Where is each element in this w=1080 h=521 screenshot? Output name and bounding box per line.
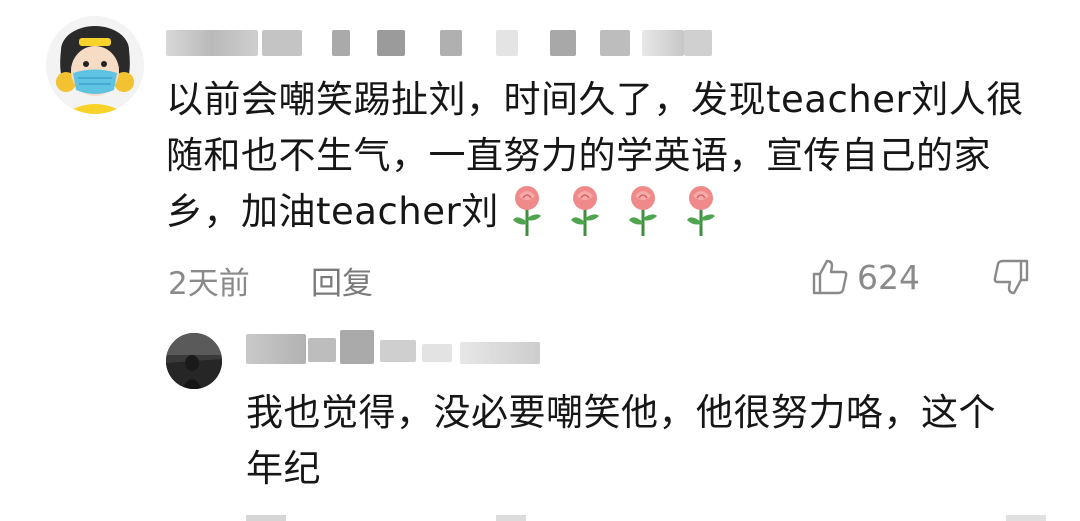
username-redacted[interactable]	[166, 30, 712, 56]
thumbs-up-icon	[812, 259, 848, 295]
like-count: 624	[857, 258, 920, 297]
comment-meta: 2天前 回复 624	[166, 252, 1046, 303]
thumbs-down-icon[interactable]	[991, 257, 1031, 297]
comment-time: 2天前	[168, 266, 250, 302]
rose-emoji-icon	[628, 186, 657, 236]
next-comment-partial	[246, 512, 1046, 521]
reply-username-redacted[interactable]	[246, 328, 546, 372]
rose-emoji-icon	[570, 186, 599, 236]
comment-text: 以前会嘲笑踢扯刘，时间久了，发现teacher刘人很随和也不生气，一直努力的学英…	[166, 72, 1046, 240]
avatar[interactable]	[46, 16, 144, 114]
reply-avatar[interactable]	[166, 333, 222, 389]
reply-body: 我也觉得，没必要嘲笑他，他很努力咯，这个年纪	[246, 391, 996, 490]
avatar-cartoon-icon	[46, 16, 144, 114]
rose-emoji-icon	[512, 186, 541, 236]
avatar-photo-icon	[166, 333, 222, 389]
reply-button[interactable]: 回复	[311, 258, 373, 303]
emoji-group	[499, 186, 723, 236]
rose-emoji-icon	[686, 186, 715, 236]
